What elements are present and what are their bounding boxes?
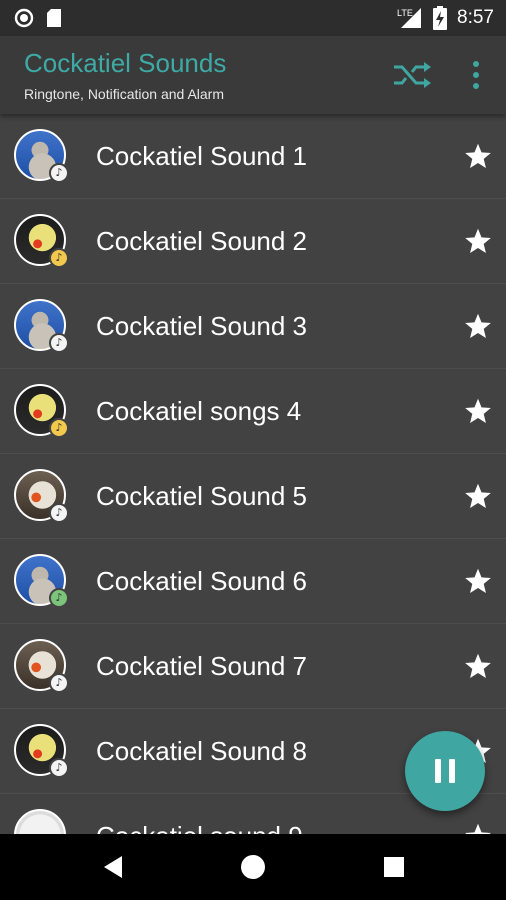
sound-label: Cockatiel sound 9 xyxy=(96,821,303,834)
sound-row-2[interactable]: ♪ Cockatiel Sound 2 xyxy=(0,199,506,284)
music-note-badge-icon: ♪ xyxy=(49,163,69,183)
star-icon[interactable] xyxy=(464,312,492,340)
star-icon[interactable] xyxy=(464,397,492,425)
app-subtitle: Ringtone, Notification and Alarm xyxy=(24,86,224,102)
pause-icon xyxy=(449,759,455,783)
sound-label: Cockatiel Sound 7 xyxy=(96,651,308,681)
star-icon[interactable] xyxy=(464,142,492,170)
star-icon[interactable] xyxy=(464,822,492,834)
sound-label: Cockatiel Sound 5 xyxy=(96,481,308,511)
sound-row-6[interactable]: ♪ Cockatiel Sound 6 xyxy=(0,539,506,624)
sound-label: Cockatiel Sound 2 xyxy=(96,226,308,256)
sound-list: ♪ Cockatiel Sound 1 ♪ Cockatiel Sound 2 … xyxy=(0,114,506,834)
music-note-badge-icon: ♪ xyxy=(49,418,69,438)
star-icon[interactable] xyxy=(464,567,492,595)
pause-button[interactable] xyxy=(405,731,485,811)
home-icon[interactable] xyxy=(238,852,268,882)
sound-label: Cockatiel Sound 3 xyxy=(96,311,308,341)
shuffle-icon[interactable] xyxy=(392,58,432,92)
star-icon[interactable] xyxy=(464,482,492,510)
music-note-badge-icon: ♪ xyxy=(49,673,69,693)
pause-icon xyxy=(435,759,441,783)
navigation-bar xyxy=(0,834,506,900)
sound-label: Cockatiel Sound 1 xyxy=(96,141,308,171)
star-icon[interactable] xyxy=(464,652,492,680)
sd-card-icon xyxy=(47,9,61,27)
music-note-badge-icon: ♪ xyxy=(49,588,69,608)
star-icon[interactable] xyxy=(464,227,492,255)
app-bar: Cockatiel Sounds Ringtone, Notification … xyxy=(0,36,506,114)
sound-row-1[interactable]: ♪ Cockatiel Sound 1 xyxy=(0,114,506,199)
record-icon xyxy=(14,8,34,28)
app-title: Cockatiel Sounds xyxy=(24,48,227,78)
status-time: 8:57 xyxy=(457,7,494,28)
music-note-badge-icon: ♪ xyxy=(49,758,69,778)
sound-row-5[interactable]: ♪ Cockatiel Sound 5 xyxy=(0,454,506,539)
more-vert-icon[interactable] xyxy=(462,56,490,94)
music-note-badge-icon: ♪ xyxy=(49,333,69,353)
sound-row-4[interactable]: ♪ Cockatiel songs 4 xyxy=(0,369,506,454)
status-bar: LTE 8:57 xyxy=(0,0,506,36)
sound-row-7[interactable]: ♪ Cockatiel Sound 7 xyxy=(0,624,506,709)
cockatiel-thumbnail xyxy=(14,809,66,834)
sound-label: Cockatiel Sound 6 xyxy=(96,566,308,596)
signal-icon: LTE xyxy=(397,8,422,28)
back-icon[interactable] xyxy=(98,852,128,882)
sound-label: Cockatiel Sound 8 xyxy=(96,736,308,766)
music-note-badge-icon: ♪ xyxy=(49,248,69,268)
recents-icon[interactable] xyxy=(379,852,409,882)
network-type: LTE xyxy=(397,8,413,18)
sound-label: Cockatiel songs 4 xyxy=(96,396,302,426)
music-note-badge-icon: ♪ xyxy=(49,503,69,523)
battery-charging-icon xyxy=(433,6,448,30)
sound-row-3[interactable]: ♪ Cockatiel Sound 3 xyxy=(0,284,506,369)
